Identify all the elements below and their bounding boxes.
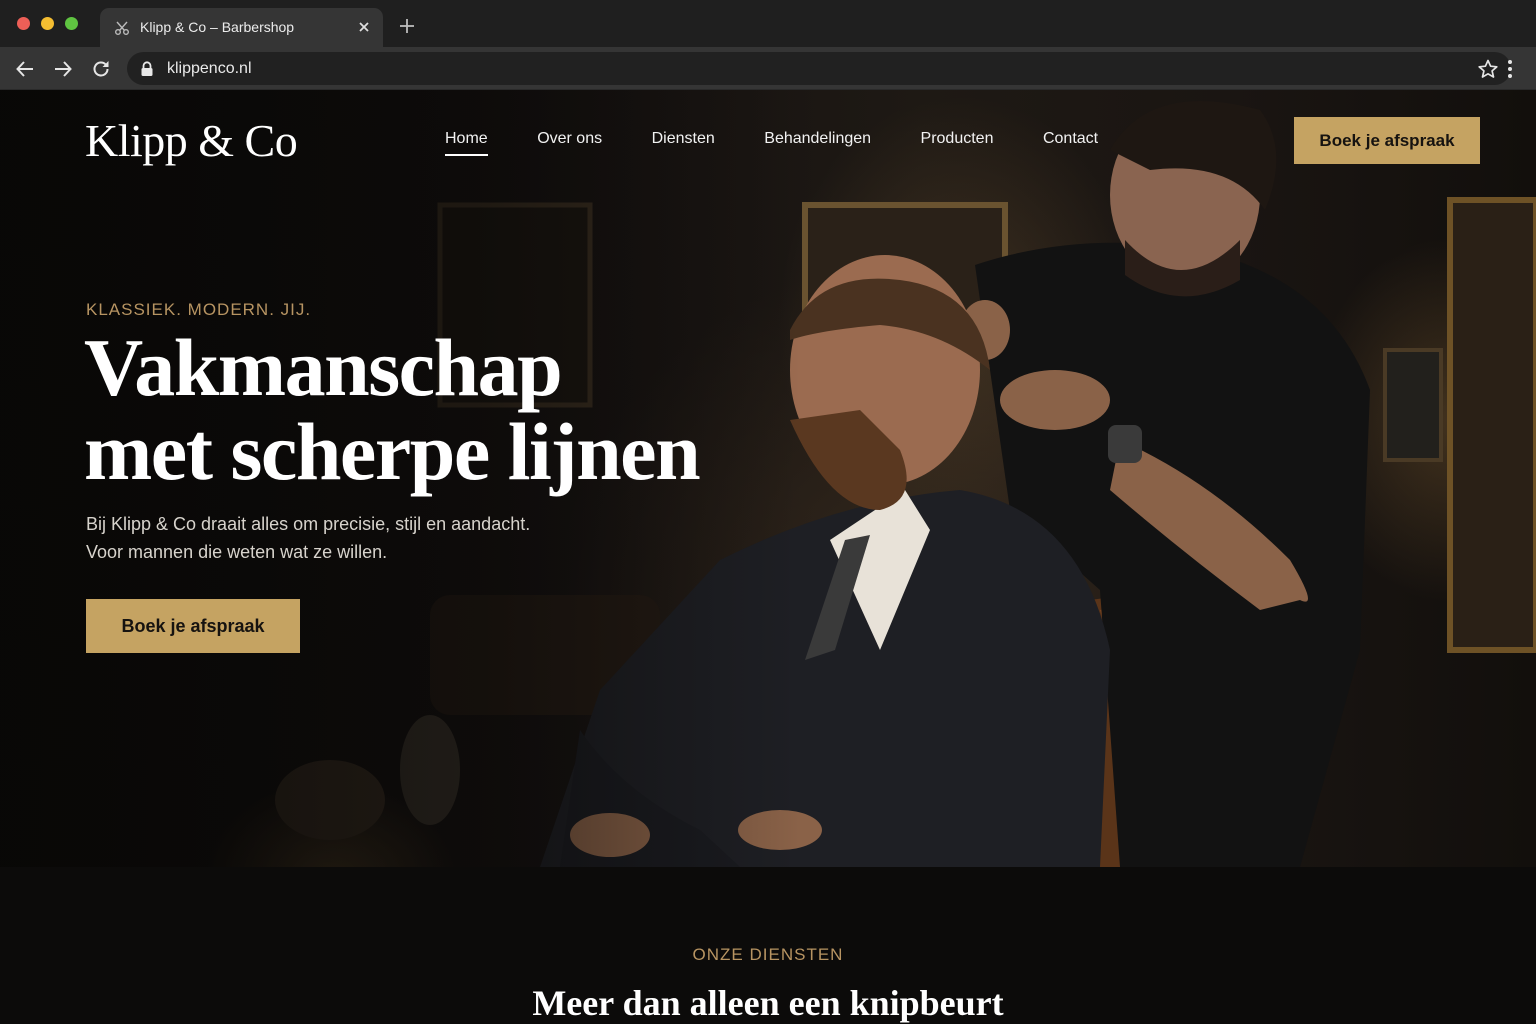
hero-subtext-line-1: Bij Klipp & Co draait alles om precisie,…	[86, 514, 531, 534]
tab-close-icon[interactable]	[355, 18, 373, 36]
browser-toolbar: klippenco.nl	[0, 47, 1536, 90]
hero-subtext-line-2: Voor mannen die weten wat ze willen.	[86, 542, 388, 562]
tab-title: Klipp & Co – Barbershop	[140, 19, 295, 35]
hero-kicker: KLASSIEK. MODERN. JIJ.	[86, 300, 312, 319]
services-kicker: ONZE DIENSTEN	[692, 945, 844, 964]
browser-menu-icon[interactable]	[1500, 58, 1520, 80]
hero-headline-line-1: Vakmanschap	[84, 322, 563, 413]
main-navigation: Home Over ons Diensten Behandelingen Pro…	[445, 130, 1148, 156]
book-appointment-button-header[interactable]: Boek je afspraak	[1294, 117, 1480, 164]
hero-subtext: Bij Klipp & Co draait alles om precisie,…	[86, 510, 530, 566]
nav-over-ons[interactable]: Over ons	[537, 130, 602, 156]
back-arrow-icon[interactable]	[14, 58, 36, 80]
lock-icon	[141, 61, 153, 76]
forward-arrow-icon[interactable]	[52, 58, 74, 80]
address-bar[interactable]: klippenco.nl	[127, 52, 1511, 85]
reload-icon[interactable]	[90, 58, 112, 80]
window-close-icon[interactable]	[17, 17, 30, 30]
hero-headline: Vakmanschap met scherpe lijnen	[84, 326, 701, 497]
bookmark-star-icon[interactable]	[1477, 58, 1499, 80]
services-title: Meer dan alleen een knipbeurt	[532, 983, 1004, 1023]
window-minimize-icon[interactable]	[41, 17, 54, 30]
hero-headline-line-2: met scherpe lijnen	[84, 406, 701, 497]
site-logo[interactable]: Klipp & Co	[85, 114, 298, 167]
services-section: ONZE DIENSTEN Meer dan alleen een knipbe…	[0, 867, 1536, 1024]
nav-contact[interactable]: Contact	[1043, 130, 1098, 156]
window-maximize-icon[interactable]	[65, 17, 78, 30]
url-text: klippenco.nl	[167, 60, 252, 77]
nav-diensten[interactable]: Diensten	[652, 130, 715, 156]
nav-home[interactable]: Home	[445, 130, 488, 156]
book-appointment-button-hero[interactable]: Boek je afspraak	[86, 599, 300, 653]
browser-titlebar: Klipp & Co – Barbershop	[0, 0, 1536, 47]
browser-tab[interactable]: Klipp & Co – Barbershop	[100, 8, 383, 47]
hero-section: Klipp & Co Home Over ons Diensten Behand…	[0, 90, 1536, 867]
new-tab-icon[interactable]	[398, 17, 416, 35]
nav-producten[interactable]: Producten	[921, 130, 994, 156]
nav-behandelingen[interactable]: Behandelingen	[764, 130, 871, 156]
scissors-favicon-icon	[115, 21, 129, 35]
